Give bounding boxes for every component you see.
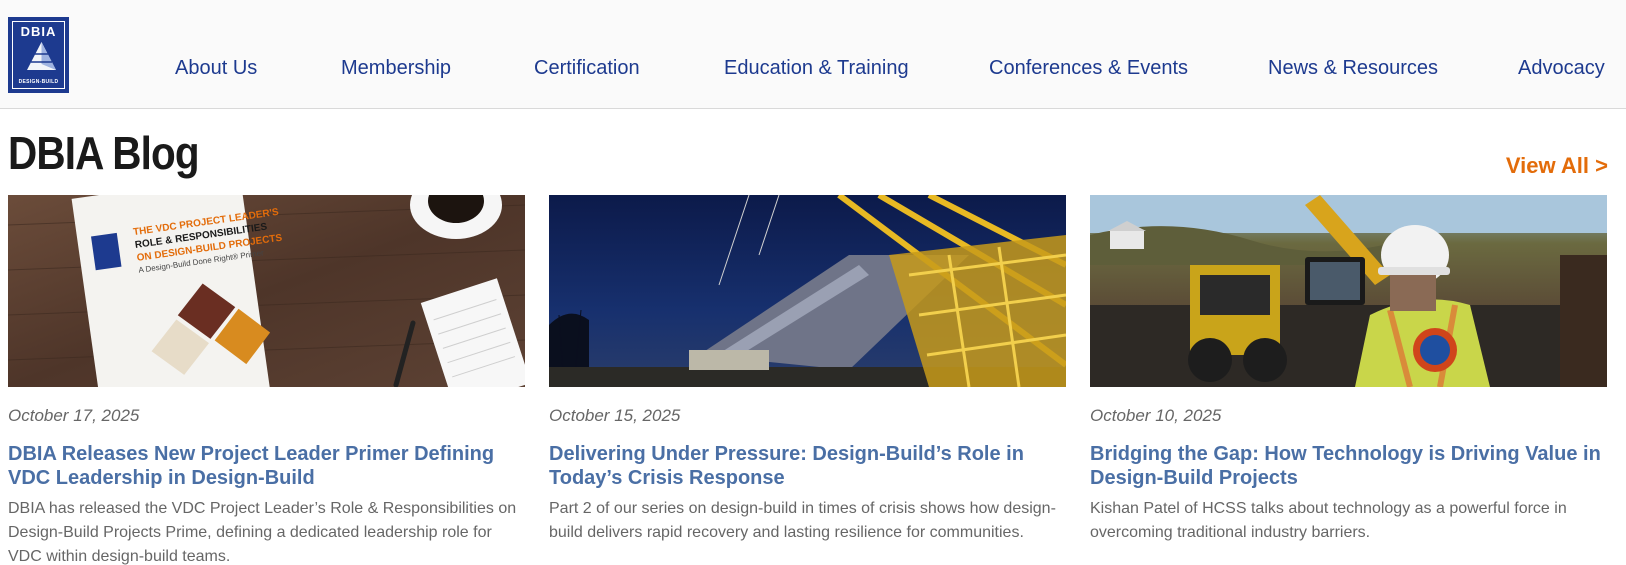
nav-membership[interactable]: Membership bbox=[341, 57, 451, 80]
card-title-link[interactable]: Bridging the Gap: How Technology is Driv… bbox=[1090, 442, 1607, 490]
card-excerpt: Kishan Patel of HCSS talks about technol… bbox=[1090, 500, 1567, 541]
card-excerpt: Part 2 of our series on design-build in … bbox=[549, 500, 1056, 541]
card-image-crane[interactable] bbox=[549, 195, 1066, 387]
blog-card: October 15, 2025 Delivering Under Pressu… bbox=[549, 195, 1066, 545]
page-title: DBIA Blog bbox=[8, 127, 200, 179]
card-date: October 10, 2025 bbox=[1090, 406, 1222, 425]
card-title-link[interactable]: Delivering Under Pressure: Design-Build’… bbox=[549, 442, 1066, 490]
blog-card: THE VDC PROJECT LEADER'S ROLE & RESPONSI… bbox=[8, 195, 525, 565]
nav-conferences-events[interactable]: Conferences & Events bbox=[989, 57, 1188, 80]
pyramid-icon bbox=[27, 42, 56, 70]
card-title-link[interactable]: DBIA Releases New Project Leader Primer … bbox=[8, 442, 525, 490]
card-date: October 15, 2025 bbox=[549, 406, 681, 425]
site-header: DBIA DESIGN-BUILD About Us Membership Ce… bbox=[0, 0, 1626, 109]
card-excerpt: DBIA has released the VDC Project Leader… bbox=[8, 500, 517, 565]
dbia-logo[interactable]: DBIA DESIGN-BUILD bbox=[8, 17, 69, 93]
logo-text: DBIA bbox=[20, 24, 57, 39]
card-image-primer[interactable]: THE VDC PROJECT LEADER'S ROLE & RESPONSI… bbox=[8, 195, 525, 387]
nav-certification[interactable]: Certification bbox=[534, 57, 640, 80]
logo-subtext: DESIGN-BUILD bbox=[18, 79, 59, 85]
blog-card: October 10, 2025 Bridging the Gap: How T… bbox=[1090, 195, 1607, 545]
view-all-link[interactable]: View All > bbox=[1506, 153, 1608, 179]
nav-news-resources[interactable]: News & Resources bbox=[1268, 57, 1438, 80]
nav-education-training[interactable]: Education & Training bbox=[724, 57, 909, 80]
nav-advocacy[interactable]: Advocacy bbox=[1518, 57, 1605, 80]
card-date: October 17, 2025 bbox=[8, 406, 140, 425]
nav-about-us[interactable]: About Us bbox=[175, 57, 257, 80]
card-image-tablet-worker[interactable] bbox=[1090, 195, 1607, 387]
